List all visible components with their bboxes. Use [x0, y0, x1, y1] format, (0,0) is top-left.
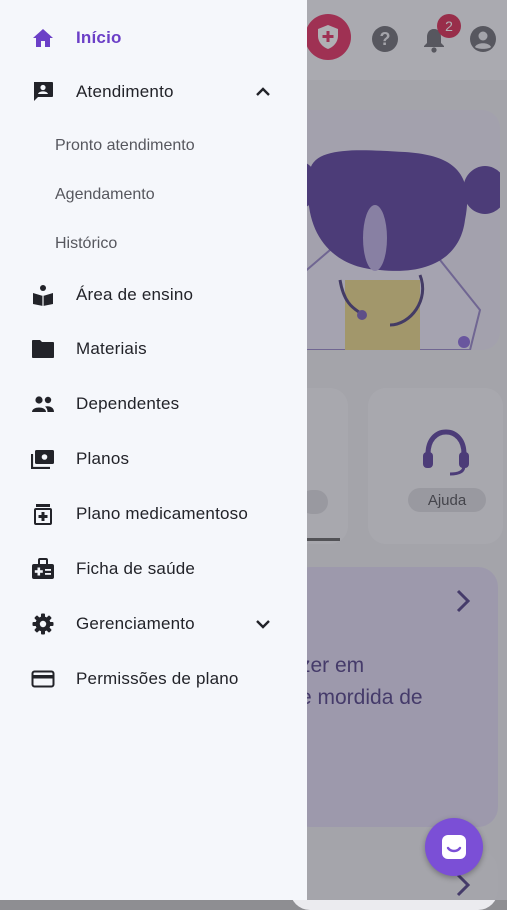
submenu-item-pronto-atendimento[interactable]: Pronto atendimento — [0, 126, 307, 166]
menu-item-permissoes-de-plano[interactable]: Permissões de plano — [0, 657, 307, 701]
menu-item-label: Gerenciamento — [76, 614, 195, 633]
menu-item-label: Ficha de saúde — [76, 559, 196, 578]
menu-item-label: Planos — [76, 449, 130, 468]
submenu-item-label: Histórico — [55, 235, 118, 252]
book-reader-icon — [31, 283, 55, 307]
menu-item-ficha-de-saude[interactable]: Ficha de saúde — [0, 547, 307, 591]
menu-item-label: Atendimento — [76, 82, 174, 101]
plans-icon — [31, 447, 55, 471]
submenu-item-label: Pronto atendimento — [55, 137, 195, 154]
menu-item-label: Permissões de plano — [76, 669, 239, 688]
chat-button[interactable] — [425, 818, 483, 876]
gear-icon — [31, 612, 55, 636]
chevron-up-icon[interactable] — [251, 80, 275, 104]
submenu-item-label: Agendamento — [55, 186, 155, 203]
menu-item-plano-medicamentoso[interactable]: Plano medicamentoso — [0, 492, 307, 536]
menu-item-label: Materiais — [76, 339, 147, 358]
menu-item-label: Dependentes — [76, 394, 180, 413]
navigation-drawer: Início Atendimento Pronto atendimento Ag… — [0, 0, 307, 900]
menu-item-dependentes[interactable]: Dependentes — [0, 382, 307, 426]
menu-item-label: Área de ensino — [76, 285, 194, 304]
menu-item-inicio[interactable]: Início — [0, 16, 307, 60]
menu-item-materiais[interactable]: Materiais — [0, 327, 307, 371]
chat-person-icon — [31, 80, 55, 104]
menu-item-label: Início — [76, 28, 122, 47]
submenu-item-agendamento[interactable]: Agendamento — [0, 175, 307, 215]
menu-item-gerenciamento[interactable]: Gerenciamento — [0, 602, 307, 646]
folder-icon — [31, 337, 55, 361]
chevron-down-icon[interactable] — [251, 612, 275, 636]
submenu-item-historico[interactable]: Histórico — [0, 224, 307, 264]
chat-icon — [442, 835, 466, 859]
medication-icon — [31, 502, 55, 526]
medical-kit-icon — [31, 557, 55, 581]
menu-item-planos[interactable]: Planos — [0, 437, 307, 481]
menu-item-atendimento[interactable]: Atendimento — [0, 70, 307, 114]
menu-item-area-de-ensino[interactable]: Área de ensino — [0, 273, 307, 317]
home-icon — [31, 26, 55, 50]
card-icon — [31, 667, 55, 691]
people-icon — [31, 392, 55, 416]
menu-item-label: Plano medicamentoso — [76, 504, 249, 523]
